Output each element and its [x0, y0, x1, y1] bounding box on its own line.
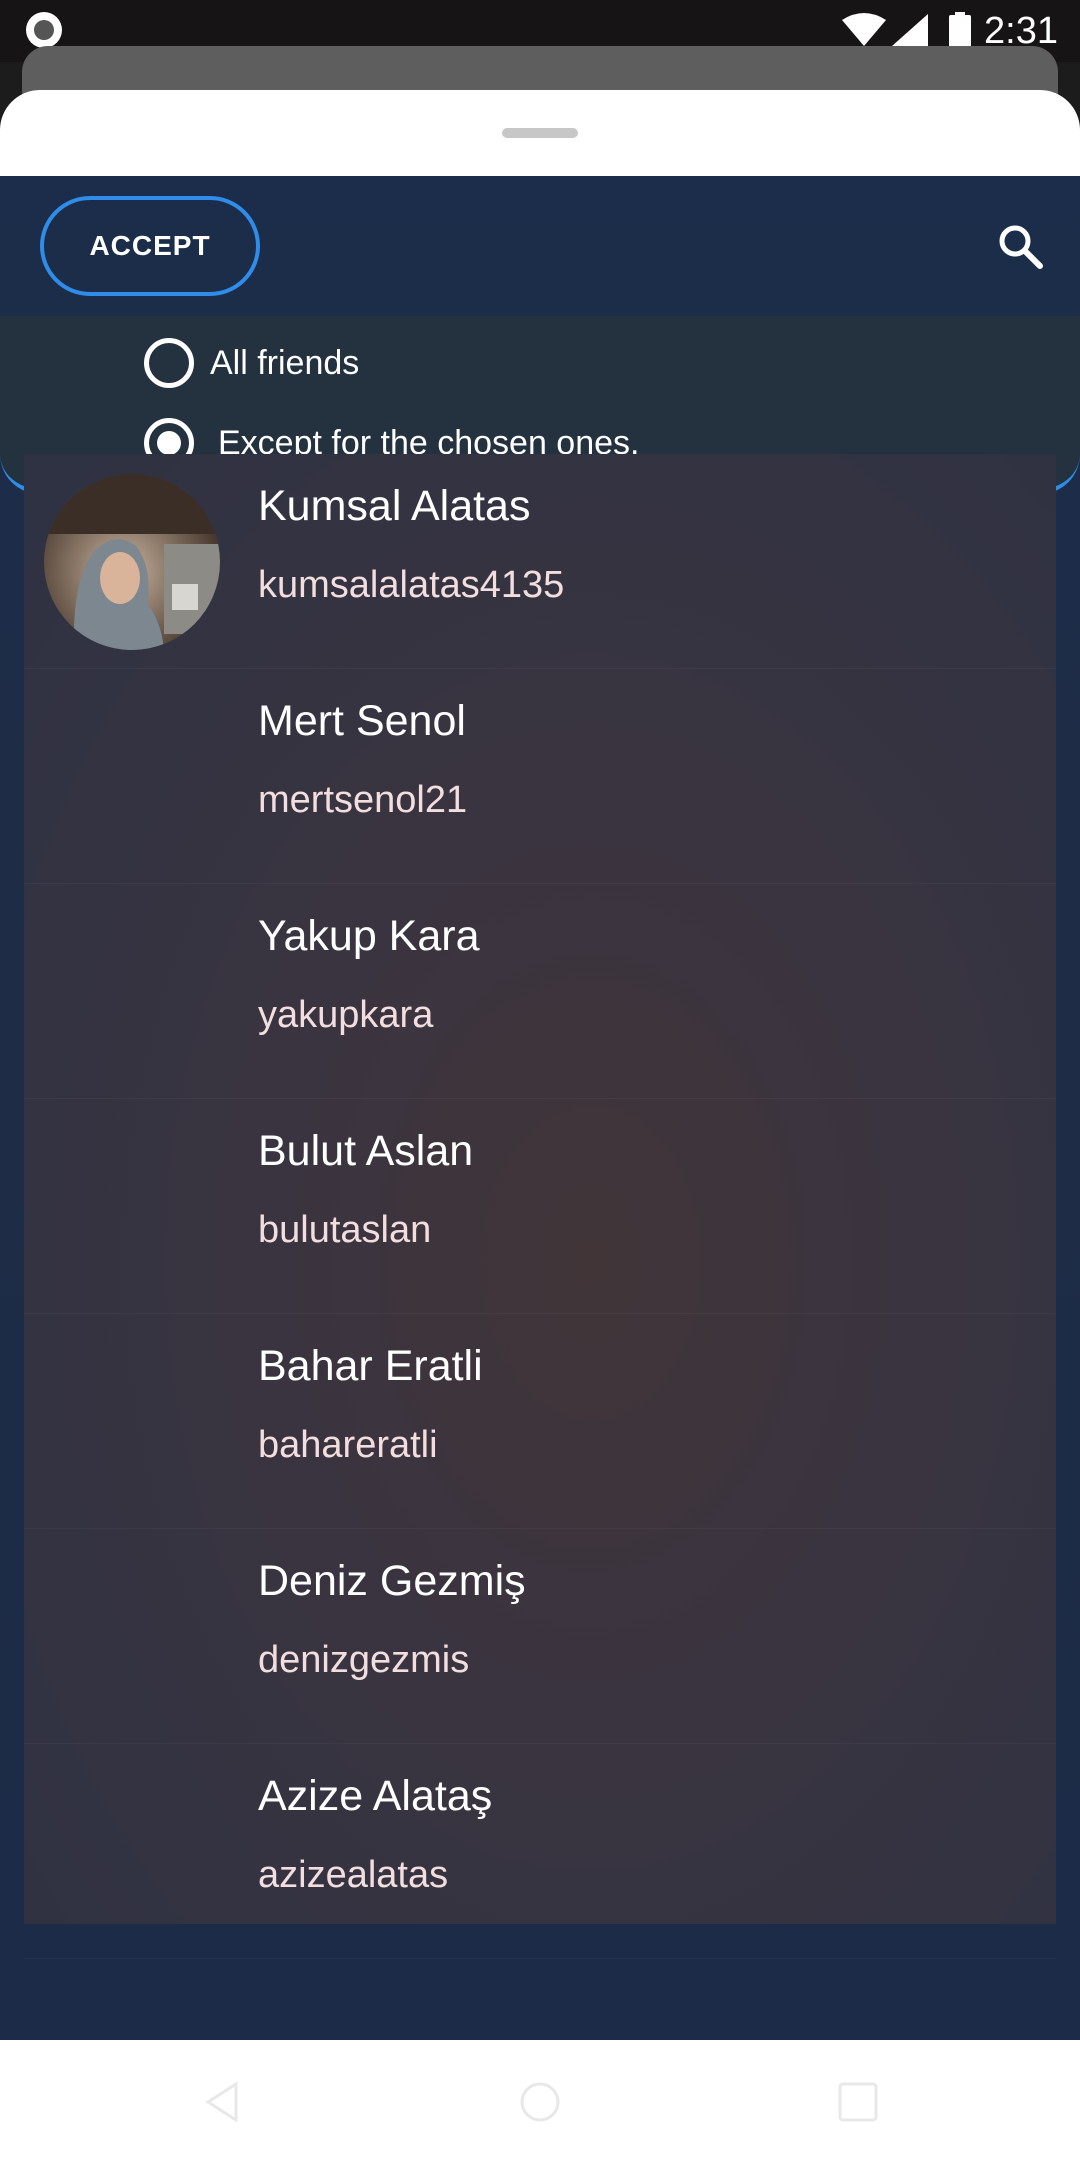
friends-list: Kumsal Alatas kumsalalatas4135 Mert Seno… — [24, 454, 1056, 1959]
friend-name: Azize Alataş — [258, 1772, 493, 1820]
friend-row[interactable]: Bulut Aslan bulutaslan — [24, 1099, 1056, 1314]
friend-username: denizgezmis — [258, 1639, 470, 1681]
friend-row[interactable]: Mert Senol mertsenol21 — [24, 669, 1056, 884]
back-icon[interactable] — [200, 2080, 244, 2124]
friend-row[interactable]: Bahar Eratli bahareratli — [24, 1314, 1056, 1529]
option-all-friends[interactable]: All friends — [144, 333, 359, 393]
search-icon — [999, 225, 1043, 269]
friend-name: Kumsal Alatas — [258, 482, 531, 530]
battery-icon — [949, 12, 971, 48]
navigation-bar — [0, 2040, 1080, 2160]
avatar — [44, 474, 220, 650]
home-icon[interactable] — [518, 2080, 562, 2124]
search-button[interactable] — [990, 216, 1050, 276]
radio-all-friends[interactable] — [144, 338, 194, 388]
friend-username: azizealatas — [258, 1854, 449, 1896]
sheet-drag-handle[interactable] — [502, 128, 578, 138]
friend-username: yakupkara — [258, 994, 434, 1036]
friend-username: bahareratli — [258, 1424, 438, 1466]
accept-button[interactable]: ACCEPT — [40, 196, 260, 296]
friend-name: Yakup Kara — [258, 912, 480, 960]
friend-name: Deniz Gezmiş — [258, 1557, 526, 1605]
friend-name: Mert Senol — [258, 697, 466, 745]
option-label: All friends — [210, 343, 360, 382]
toolbar: ACCEPT — [0, 176, 1080, 316]
friend-username: kumsalalatas4135 — [258, 564, 565, 606]
friend-row[interactable]: Azize Alataş azizealatas — [24, 1744, 1056, 1959]
friend-row[interactable]: Deniz Gezmiş denizgezmis — [24, 1529, 1056, 1744]
cell-signal-icon — [892, 14, 928, 46]
recents-icon[interactable] — [836, 2080, 880, 2124]
avatar-photo — [44, 474, 220, 650]
wifi-icon — [842, 13, 886, 46]
screen-record-icon — [26, 12, 62, 48]
friend-username: mertsenol21 — [258, 779, 468, 821]
friend-name: Bulut Aslan — [258, 1127, 474, 1175]
friend-username: bulutaslan — [258, 1209, 432, 1251]
friend-row[interactable]: Kumsal Alatas kumsalalatas4135 — [24, 454, 1056, 669]
friend-row[interactable]: Yakup Kara yakupkara — [24, 884, 1056, 1099]
friend-name: Bahar Eratli — [258, 1342, 483, 1390]
